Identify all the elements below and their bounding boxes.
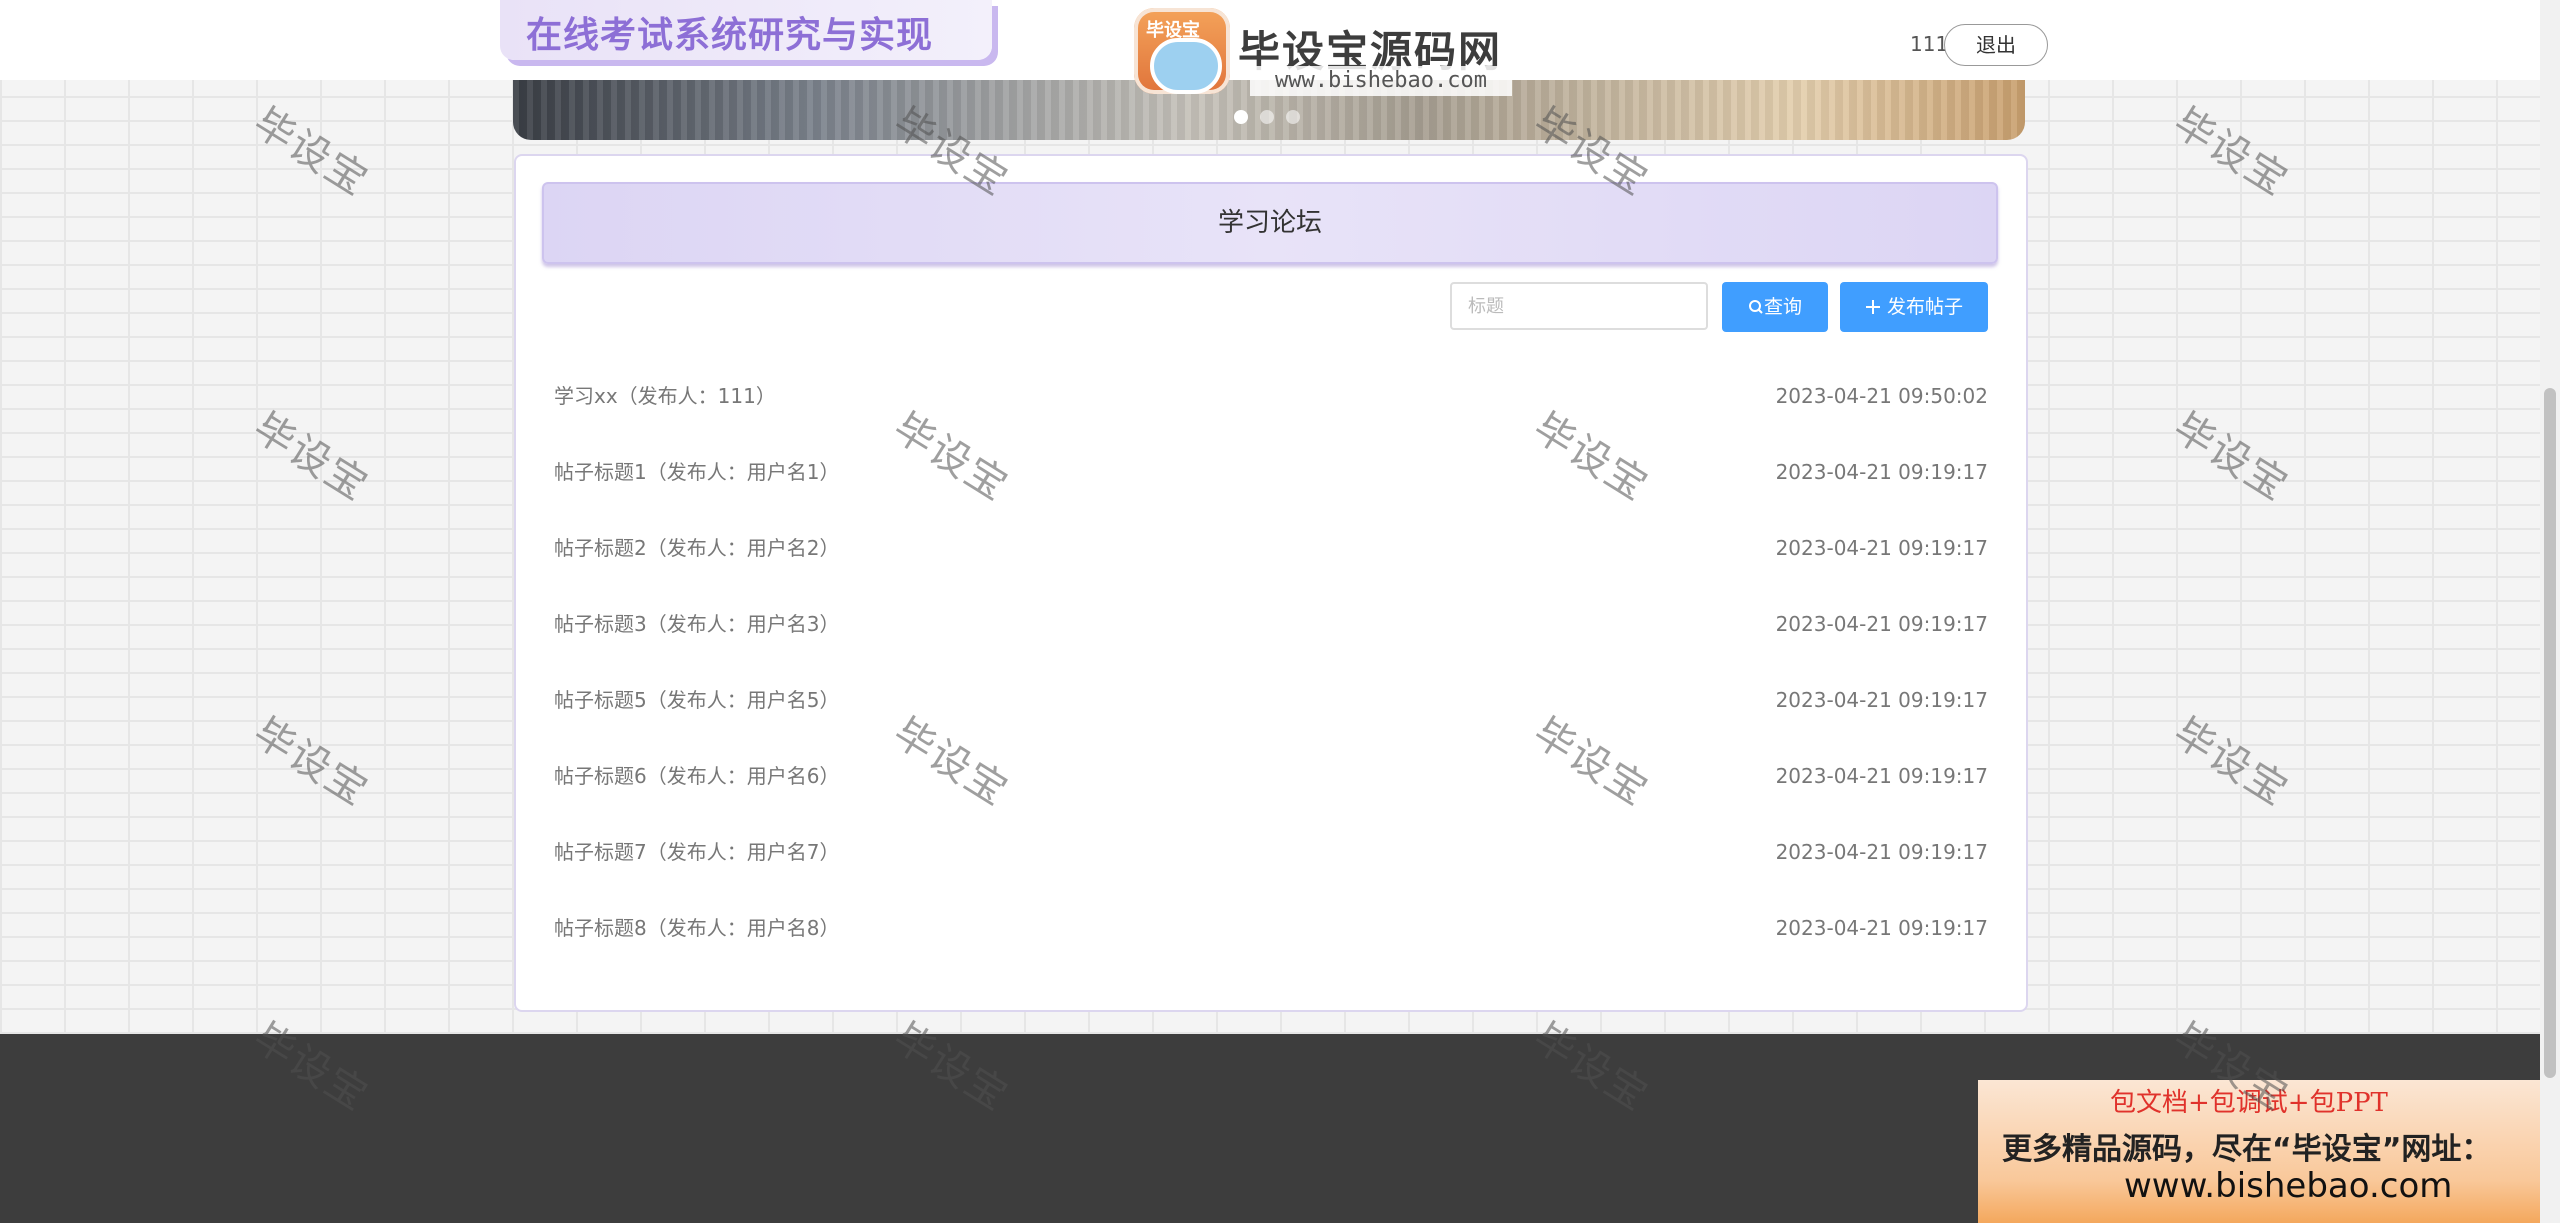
promo-line-1: 包文档+包调试+包PPT — [2110, 1088, 2388, 1118]
logo-face-icon — [1150, 38, 1222, 94]
promo-line-2: 更多精品源码，尽在“毕设宝”网址： — [2002, 1132, 2492, 1167]
promo-banner[interactable]: 包文档+包调试+包PPT 更多精品源码，尽在“毕设宝”网址： www.bishe… — [1978, 1080, 2560, 1223]
carousel-indicators — [1234, 110, 1300, 124]
post-title: 帖子标题1（发布人：用户名1） — [554, 460, 840, 484]
post-title: 帖子标题2（发布人：用户名2） — [554, 536, 840, 560]
logout-button[interactable]: 退出 — [1944, 24, 2048, 66]
search-button-label: 查询 — [1763, 296, 1802, 318]
carousel-dot-2[interactable] — [1260, 110, 1274, 124]
post-row[interactable]: 帖子标题8（发布人：用户名8） 2023-04-21 09:19:17 — [554, 908, 1988, 948]
new-post-button-label: 发布帖子 — [1886, 296, 1963, 318]
forum-title: 学习论坛 — [1217, 208, 1322, 238]
site-title-box: 在线考试系统研究与实现 — [500, 0, 992, 60]
post-row[interactable]: 帖子标题5（发布人：用户名5） 2023-04-21 09:19:17 — [554, 680, 1988, 720]
post-time: 2023-04-21 09:19:17 — [1775, 916, 1988, 940]
site-title: 在线考试系统研究与实现 — [526, 15, 934, 56]
post-title: 帖子标题6（发布人：用户名6） — [554, 764, 840, 788]
post-title: 帖子标题5（发布人：用户名5） — [554, 688, 840, 712]
post-row[interactable]: 帖子标题2（发布人：用户名2） 2023-04-21 09:19:17 — [554, 528, 1988, 568]
post-title: 学习xx（发布人：111） — [554, 384, 776, 408]
post-row[interactable]: 学习xx（发布人：111） 2023-04-21 09:50:02 — [554, 376, 1988, 416]
post-title: 帖子标题8（发布人：用户名8） — [554, 916, 840, 940]
logo-badge-icon: 毕设宝 — [1134, 8, 1230, 94]
watermark: 毕设宝 — [245, 99, 377, 206]
post-row[interactable]: 帖子标题3（发布人：用户名3） 2023-04-21 09:19:17 — [554, 604, 1988, 644]
search-button[interactable]: 查询 — [1722, 282, 1828, 332]
post-time: 2023-04-21 09:19:17 — [1775, 460, 1988, 484]
plus-icon — [1865, 300, 1880, 314]
post-title: 帖子标题7（发布人：用户名7） — [554, 840, 840, 864]
search-icon — [1748, 300, 1763, 314]
watermark: 毕设宝 — [245, 709, 377, 816]
post-time: 2023-04-21 09:50:02 — [1775, 384, 1988, 408]
post-time: 2023-04-21 09:19:17 — [1775, 612, 1988, 636]
forum-header: 学习论坛 — [542, 182, 1998, 264]
post-row[interactable]: 帖子标题6（发布人：用户名6） 2023-04-21 09:19:17 — [554, 756, 1988, 796]
post-time: 2023-04-21 09:19:17 — [1775, 688, 1988, 712]
post-time: 2023-04-21 09:19:17 — [1775, 764, 1988, 788]
post-row[interactable]: 帖子标题1（发布人：用户名1） 2023-04-21 09:19:17 — [554, 452, 1988, 492]
new-post-button[interactable]: 发布帖子 — [1840, 282, 1988, 332]
vertical-scrollbar[interactable] — [2540, 0, 2560, 1223]
logo-url: www.bishebao.com — [1250, 66, 1512, 96]
scrollbar-thumb[interactable] — [2544, 388, 2556, 1078]
watermark: 毕设宝 — [2165, 99, 2297, 206]
carousel-dot-1[interactable] — [1234, 110, 1248, 124]
post-row[interactable]: 帖子标题7（发布人：用户名7） 2023-04-21 09:19:17 — [554, 832, 1988, 872]
forum-panel: 学习论坛 查询 发布帖子 学习xx（发布人：111） 2023-04-21 09… — [514, 154, 2028, 1012]
watermark: 毕设宝 — [2165, 709, 2297, 816]
promo-url: www.bishebao.com — [2124, 1166, 2453, 1206]
watermark: 毕设宝 — [2165, 404, 2297, 511]
title-search-input[interactable] — [1450, 282, 1708, 330]
watermark: 毕设宝 — [245, 404, 377, 511]
current-user-name: 111 — [1910, 32, 1949, 56]
carousel-dot-3[interactable] — [1286, 110, 1300, 124]
post-time: 2023-04-21 09:19:17 — [1775, 840, 1988, 864]
post-title: 帖子标题3（发布人：用户名3） — [554, 612, 840, 636]
post-time: 2023-04-21 09:19:17 — [1775, 536, 1988, 560]
site-logo: 毕设宝 毕设宝源码网 www.bishebao.com — [1122, 4, 1516, 102]
